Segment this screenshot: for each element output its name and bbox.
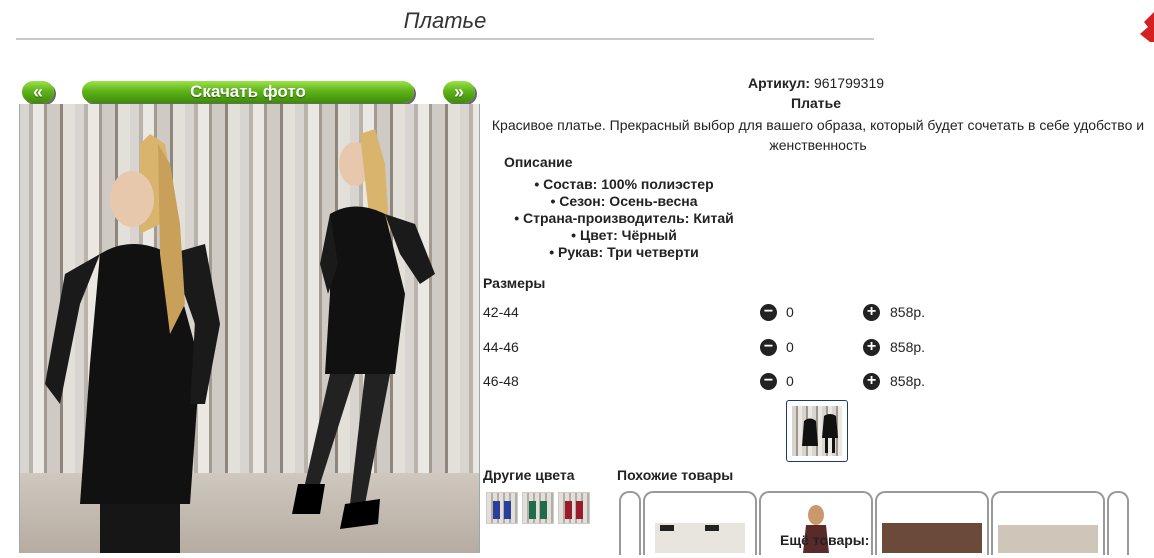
models-illustration bbox=[45, 129, 435, 553]
product-main-photo[interactable] bbox=[19, 104, 480, 553]
red-arrow-icon[interactable] bbox=[1140, 12, 1154, 42]
quantity-value: 0 bbox=[786, 304, 794, 320]
product-description: Красивое платье. Прекрасный выбор для ва… bbox=[491, 117, 1145, 153]
similar-scroll-right[interactable] bbox=[1107, 491, 1129, 555]
price-value: 858р. bbox=[890, 373, 926, 389]
thumbnail-illustration bbox=[802, 414, 838, 453]
prev-photo-button[interactable]: « bbox=[22, 81, 54, 103]
property-item: Цвет: Чёрный bbox=[484, 227, 764, 244]
more-products-label: Ещё товары: bbox=[780, 532, 870, 548]
next-photo-button[interactable]: » bbox=[443, 81, 475, 103]
similar-heading: Похожие товары bbox=[617, 467, 734, 483]
photo-thumbnail[interactable] bbox=[786, 400, 848, 462]
swatch-illustration bbox=[493, 501, 511, 519]
swatch-illustration bbox=[565, 501, 583, 519]
quantity-value: 0 bbox=[786, 339, 794, 355]
card-image bbox=[998, 525, 1098, 553]
minus-icon[interactable]: − bbox=[760, 339, 777, 356]
plus-icon[interactable]: + bbox=[863, 339, 880, 356]
property-item: Страна-производитель: Китай bbox=[484, 210, 764, 227]
similar-product-card[interactable] bbox=[875, 491, 989, 555]
similar-product-card[interactable] bbox=[991, 491, 1105, 555]
product-name: Платье bbox=[791, 95, 841, 111]
description-heading: Описание bbox=[504, 154, 573, 170]
download-photo-button[interactable]: Скачать фото bbox=[82, 81, 414, 103]
color-swatch-blue[interactable] bbox=[486, 492, 518, 524]
plus-icon[interactable]: + bbox=[863, 304, 880, 321]
similar-scroll-left[interactable] bbox=[619, 491, 641, 555]
color-swatch-red[interactable] bbox=[558, 492, 590, 524]
property-item: Состав: 100% полиэстер bbox=[484, 176, 764, 193]
properties-list: Состав: 100% полиэстер Сезон: Осень-весн… bbox=[484, 176, 764, 261]
similar-product-card[interactable] bbox=[643, 491, 757, 555]
price-value: 858р. bbox=[890, 339, 926, 355]
size-row: 46-48 − 0 + 858р. bbox=[483, 373, 943, 393]
thumbnail-image bbox=[792, 406, 842, 456]
article-line: Артикул: 961799319 bbox=[478, 75, 1154, 91]
plus-icon[interactable]: + bbox=[863, 373, 880, 390]
other-colors-heading: Другие цвета bbox=[483, 467, 575, 483]
sizes-heading: Размеры bbox=[483, 275, 546, 291]
minus-icon[interactable]: − bbox=[760, 373, 777, 390]
card-image bbox=[882, 523, 982, 553]
minus-icon[interactable]: − bbox=[760, 304, 777, 321]
card-image bbox=[655, 523, 745, 553]
price-value: 858р. bbox=[890, 304, 926, 320]
size-row: 44-46 − 0 + 858р. bbox=[483, 339, 943, 359]
size-label: 42-44 bbox=[483, 304, 519, 320]
page-title: Платье bbox=[403, 8, 487, 33]
article-value: 961799319 bbox=[813, 75, 885, 91]
size-label: 46-48 bbox=[483, 373, 519, 389]
size-label: 44-46 bbox=[483, 339, 519, 355]
property-item: Сезон: Осень-весна bbox=[484, 193, 764, 210]
title-divider bbox=[16, 38, 874, 40]
color-swatch-green[interactable] bbox=[522, 492, 554, 524]
size-row: 42-44 − 0 + 858р. bbox=[483, 304, 943, 324]
quantity-value: 0 bbox=[786, 373, 794, 389]
swatch-illustration bbox=[529, 501, 547, 519]
property-item: Рукав: Три четверти bbox=[484, 244, 764, 261]
article-label: Артикул: bbox=[747, 75, 811, 91]
